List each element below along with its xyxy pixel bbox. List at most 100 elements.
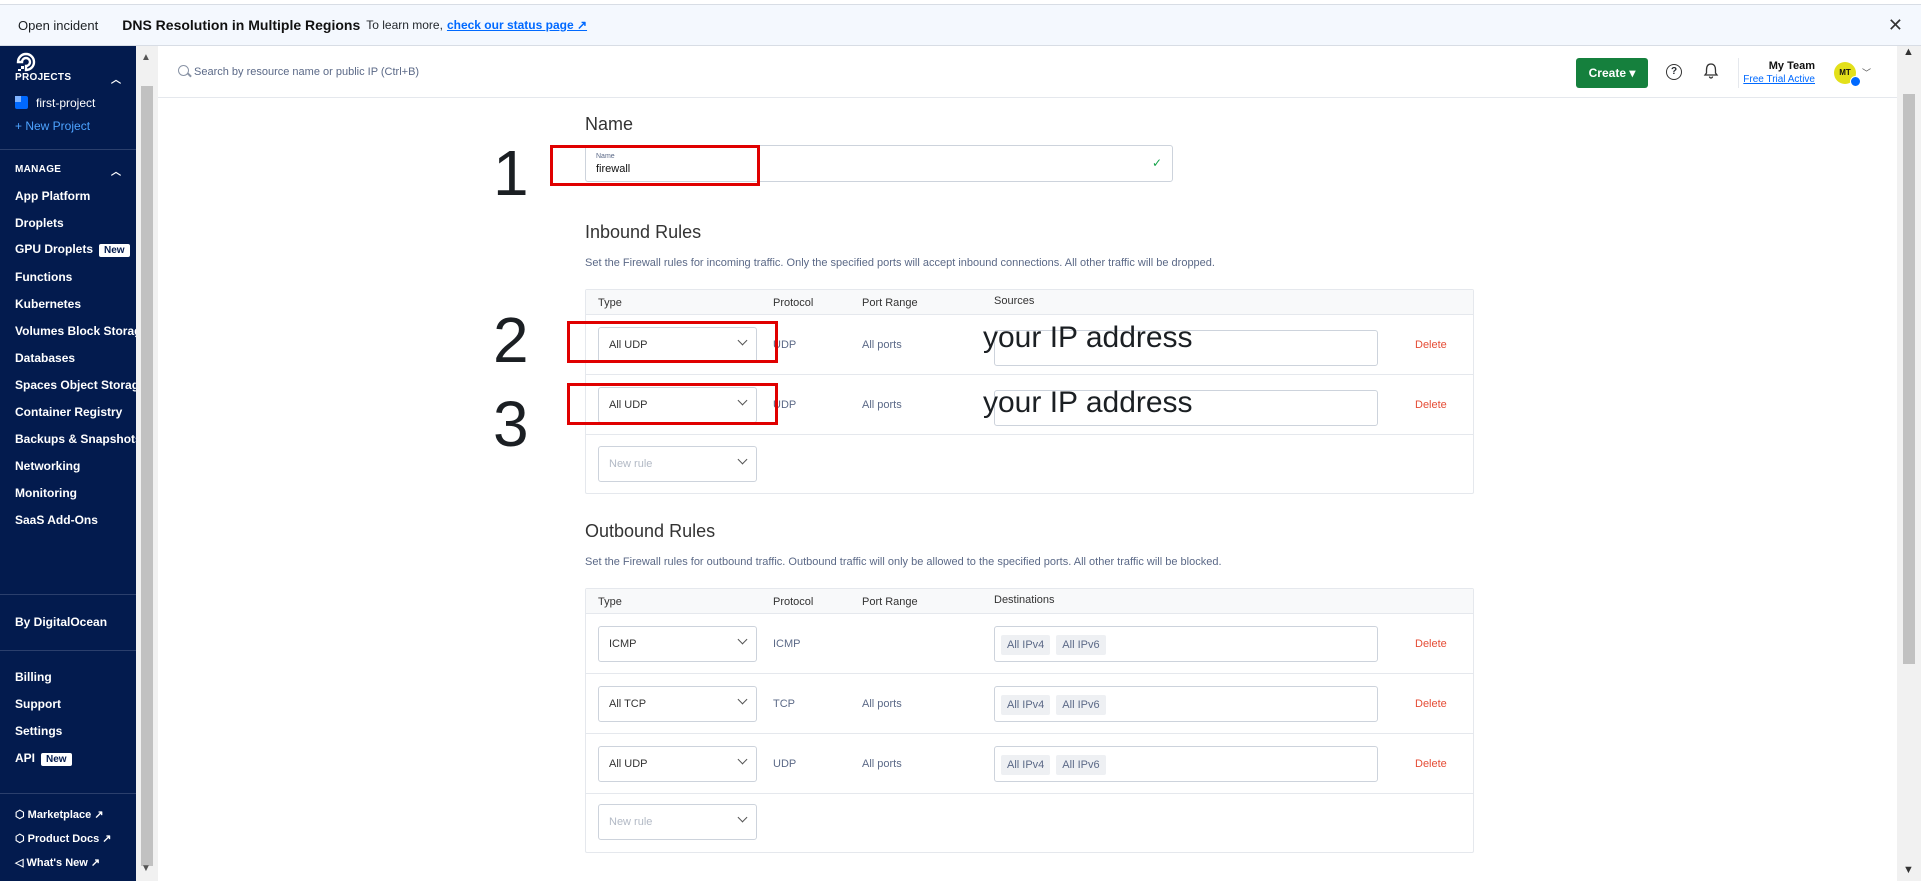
main-scrollbar[interactable]: ▲ ▼ — [1897, 46, 1921, 881]
rule-type-value: All UDP — [609, 758, 648, 770]
new-rule-select[interactable]: New rule — [598, 804, 757, 840]
delete-rule-button[interactable]: Delete — [1415, 758, 1447, 770]
sidebar-item-billing[interactable]: Billing — [15, 670, 52, 684]
scroll-down-arrow-icon[interactable]: ▼ — [141, 863, 151, 874]
sidebar-item-api[interactable]: API New — [15, 751, 72, 766]
sidebar-item-volumes[interactable]: Volumes Block Storage — [15, 324, 148, 338]
new-rule-placeholder: New rule — [609, 816, 653, 828]
sidebar-item-by-digitalocean[interactable]: By DigitalOcean — [15, 615, 107, 629]
sidebar-item-monitoring[interactable]: Monitoring — [15, 486, 77, 500]
manage-label: MANAGE — [15, 164, 62, 175]
sidebar-divider — [0, 650, 136, 651]
sidebar-item-networking[interactable]: Networking — [15, 459, 80, 473]
col-sources: Sources — [994, 295, 1035, 307]
delete-rule-button[interactable]: Delete — [1415, 339, 1447, 351]
destinations-input[interactable]: All IPv4 All IPv6 — [994, 626, 1378, 662]
annotation-box-3 — [567, 383, 778, 425]
destinations-input[interactable]: All IPv4 All IPv6 — [994, 746, 1378, 782]
marketplace-icon: ⬡ — [15, 809, 28, 821]
scroll-down-arrow-icon[interactable]: ▼ — [1903, 864, 1914, 876]
new-rule-select[interactable]: New rule — [598, 446, 757, 482]
sidebar-item-kubernetes[interactable]: Kubernetes — [15, 297, 81, 311]
scrollbar-thumb[interactable] — [141, 86, 153, 866]
sidebar-item-app-platform[interactable]: App Platform — [15, 189, 90, 203]
sidebar-item-settings[interactable]: Settings — [15, 724, 62, 738]
table-row: All UDP UDP All ports All IPv4 All IPv6 D… — [586, 734, 1473, 794]
chevron-down-icon — [737, 812, 748, 823]
ipv6-chip[interactable]: All IPv6 — [1056, 635, 1106, 655]
chevron-down-icon — [737, 694, 748, 705]
table-row: New rule — [586, 794, 1473, 854]
new-rule-placeholder: New rule — [609, 458, 653, 470]
ipv4-chip[interactable]: All IPv4 — [1001, 755, 1051, 775]
sidebar-item-spaces[interactable]: Spaces Object Storage — [15, 378, 146, 392]
ipv4-chip[interactable]: All IPv4 — [1001, 635, 1051, 655]
help-icon[interactable]: ? — [1666, 64, 1682, 80]
gpu-droplets-label: GPU Droplets — [15, 242, 94, 256]
ipv6-chip[interactable]: All IPv6 — [1056, 755, 1106, 775]
projects-label: PROJECTS — [15, 72, 72, 83]
status-page-link[interactable]: check our status page ↗ — [447, 18, 587, 32]
scroll-up-arrow-icon[interactable]: ▲ — [1903, 46, 1914, 58]
sidebar-item-functions[interactable]: Functions — [15, 270, 72, 284]
rule-type-value: ICMP — [609, 638, 637, 650]
protocol-cell: TCP — [773, 698, 795, 710]
chevron-up-icon[interactable]: ︿ — [111, 71, 121, 86]
destinations-input[interactable]: All IPv4 All IPv6 — [994, 686, 1378, 722]
banner-title: DNS Resolution in Multiple Regions — [122, 17, 361, 33]
annotation-box-2 — [567, 321, 778, 363]
inbound-rules-description: Set the Firewall rules for incoming traf… — [585, 257, 1215, 269]
ipv4-chip[interactable]: All IPv4 — [1001, 695, 1051, 715]
sidebar-item-droplets[interactable]: Droplets — [15, 216, 64, 230]
docs-icon: ⬡ — [15, 833, 28, 845]
new-badge: New — [99, 244, 130, 257]
sidebar-item-databases[interactable]: Databases — [15, 351, 75, 365]
close-icon[interactable]: ✕ — [1888, 15, 1903, 36]
chevron-down-icon — [737, 634, 748, 645]
project-name: first-project — [36, 96, 96, 110]
free-trial-link[interactable]: Free Trial Active — [1743, 74, 1815, 85]
delete-rule-button[interactable]: Delete — [1415, 698, 1447, 710]
team-name[interactable]: My Team — [1769, 60, 1815, 72]
digitalocean-logo-icon[interactable] — [14, 50, 38, 74]
marketplace-label: Marketplace ↗ — [27, 809, 104, 821]
sidebar-item-first-project[interactable]: first-project — [15, 96, 95, 110]
name-heading: Name — [585, 114, 634, 134]
annotation-number-1: 1 — [493, 137, 529, 209]
annotation-number-3: 3 — [493, 388, 529, 460]
delete-rule-button[interactable]: Delete — [1415, 399, 1447, 411]
incident-banner: Open incident DNS Resolution in Multiple… — [0, 4, 1921, 46]
chevron-down-icon[interactable]: ﹀ — [1862, 66, 1871, 79]
chevron-down-icon — [737, 454, 748, 465]
new-project-link[interactable]: + New Project — [15, 119, 90, 133]
delete-rule-button[interactable]: Delete — [1415, 638, 1447, 650]
projects-section-header[interactable]: PROJECTS ︿ — [15, 72, 121, 86]
sidebar-scrollbar[interactable]: ▲ ▼ — [136, 46, 158, 881]
sidebar-item-gpu-droplets[interactable]: GPU Droplets New — [15, 242, 130, 257]
table-row: All TCP TCP All ports All IPv4 All IPv6 D… — [586, 674, 1473, 734]
rule-type-select[interactable]: ICMP — [598, 626, 757, 662]
sidebar-item-whats-new[interactable]: ◁ What's New ↗ — [15, 856, 100, 869]
rule-type-select[interactable]: All TCP — [598, 686, 757, 722]
sidebar-item-backups[interactable]: Backups & Snapshots — [15, 432, 142, 446]
sidebar-item-product-docs[interactable]: ⬡ Product Docs ↗ — [15, 832, 111, 845]
scrollbar-thumb[interactable] — [1903, 94, 1915, 664]
rule-type-select[interactable]: All UDP — [598, 746, 757, 782]
project-icon — [15, 96, 28, 109]
search-input[interactable] — [194, 61, 594, 83]
sidebar-divider — [0, 793, 136, 794]
ipv6-chip[interactable]: All IPv6 — [1056, 695, 1106, 715]
sidebar-item-marketplace[interactable]: ⬡ Marketplace ↗ — [15, 808, 104, 821]
create-button[interactable]: Create ▾ — [1576, 58, 1648, 88]
avatar-status-icon — [1850, 76, 1861, 87]
chevron-up-icon[interactable]: ︿ — [111, 163, 121, 178]
chevron-down-icon — [737, 754, 748, 765]
sidebar-item-saas-addons[interactable]: SaaS Add-Ons — [15, 513, 98, 527]
check-icon: ✓ — [1151, 156, 1162, 170]
sidebar-item-support[interactable]: Support — [15, 697, 61, 711]
scroll-up-arrow-icon[interactable]: ▲ — [141, 52, 151, 63]
bell-icon[interactable] — [1702, 62, 1720, 80]
manage-section-header[interactable]: MANAGE ︿ — [15, 164, 121, 178]
banner-more-text: To learn more, — [366, 18, 443, 32]
sidebar-item-container-registry[interactable]: Container Registry — [15, 405, 122, 419]
